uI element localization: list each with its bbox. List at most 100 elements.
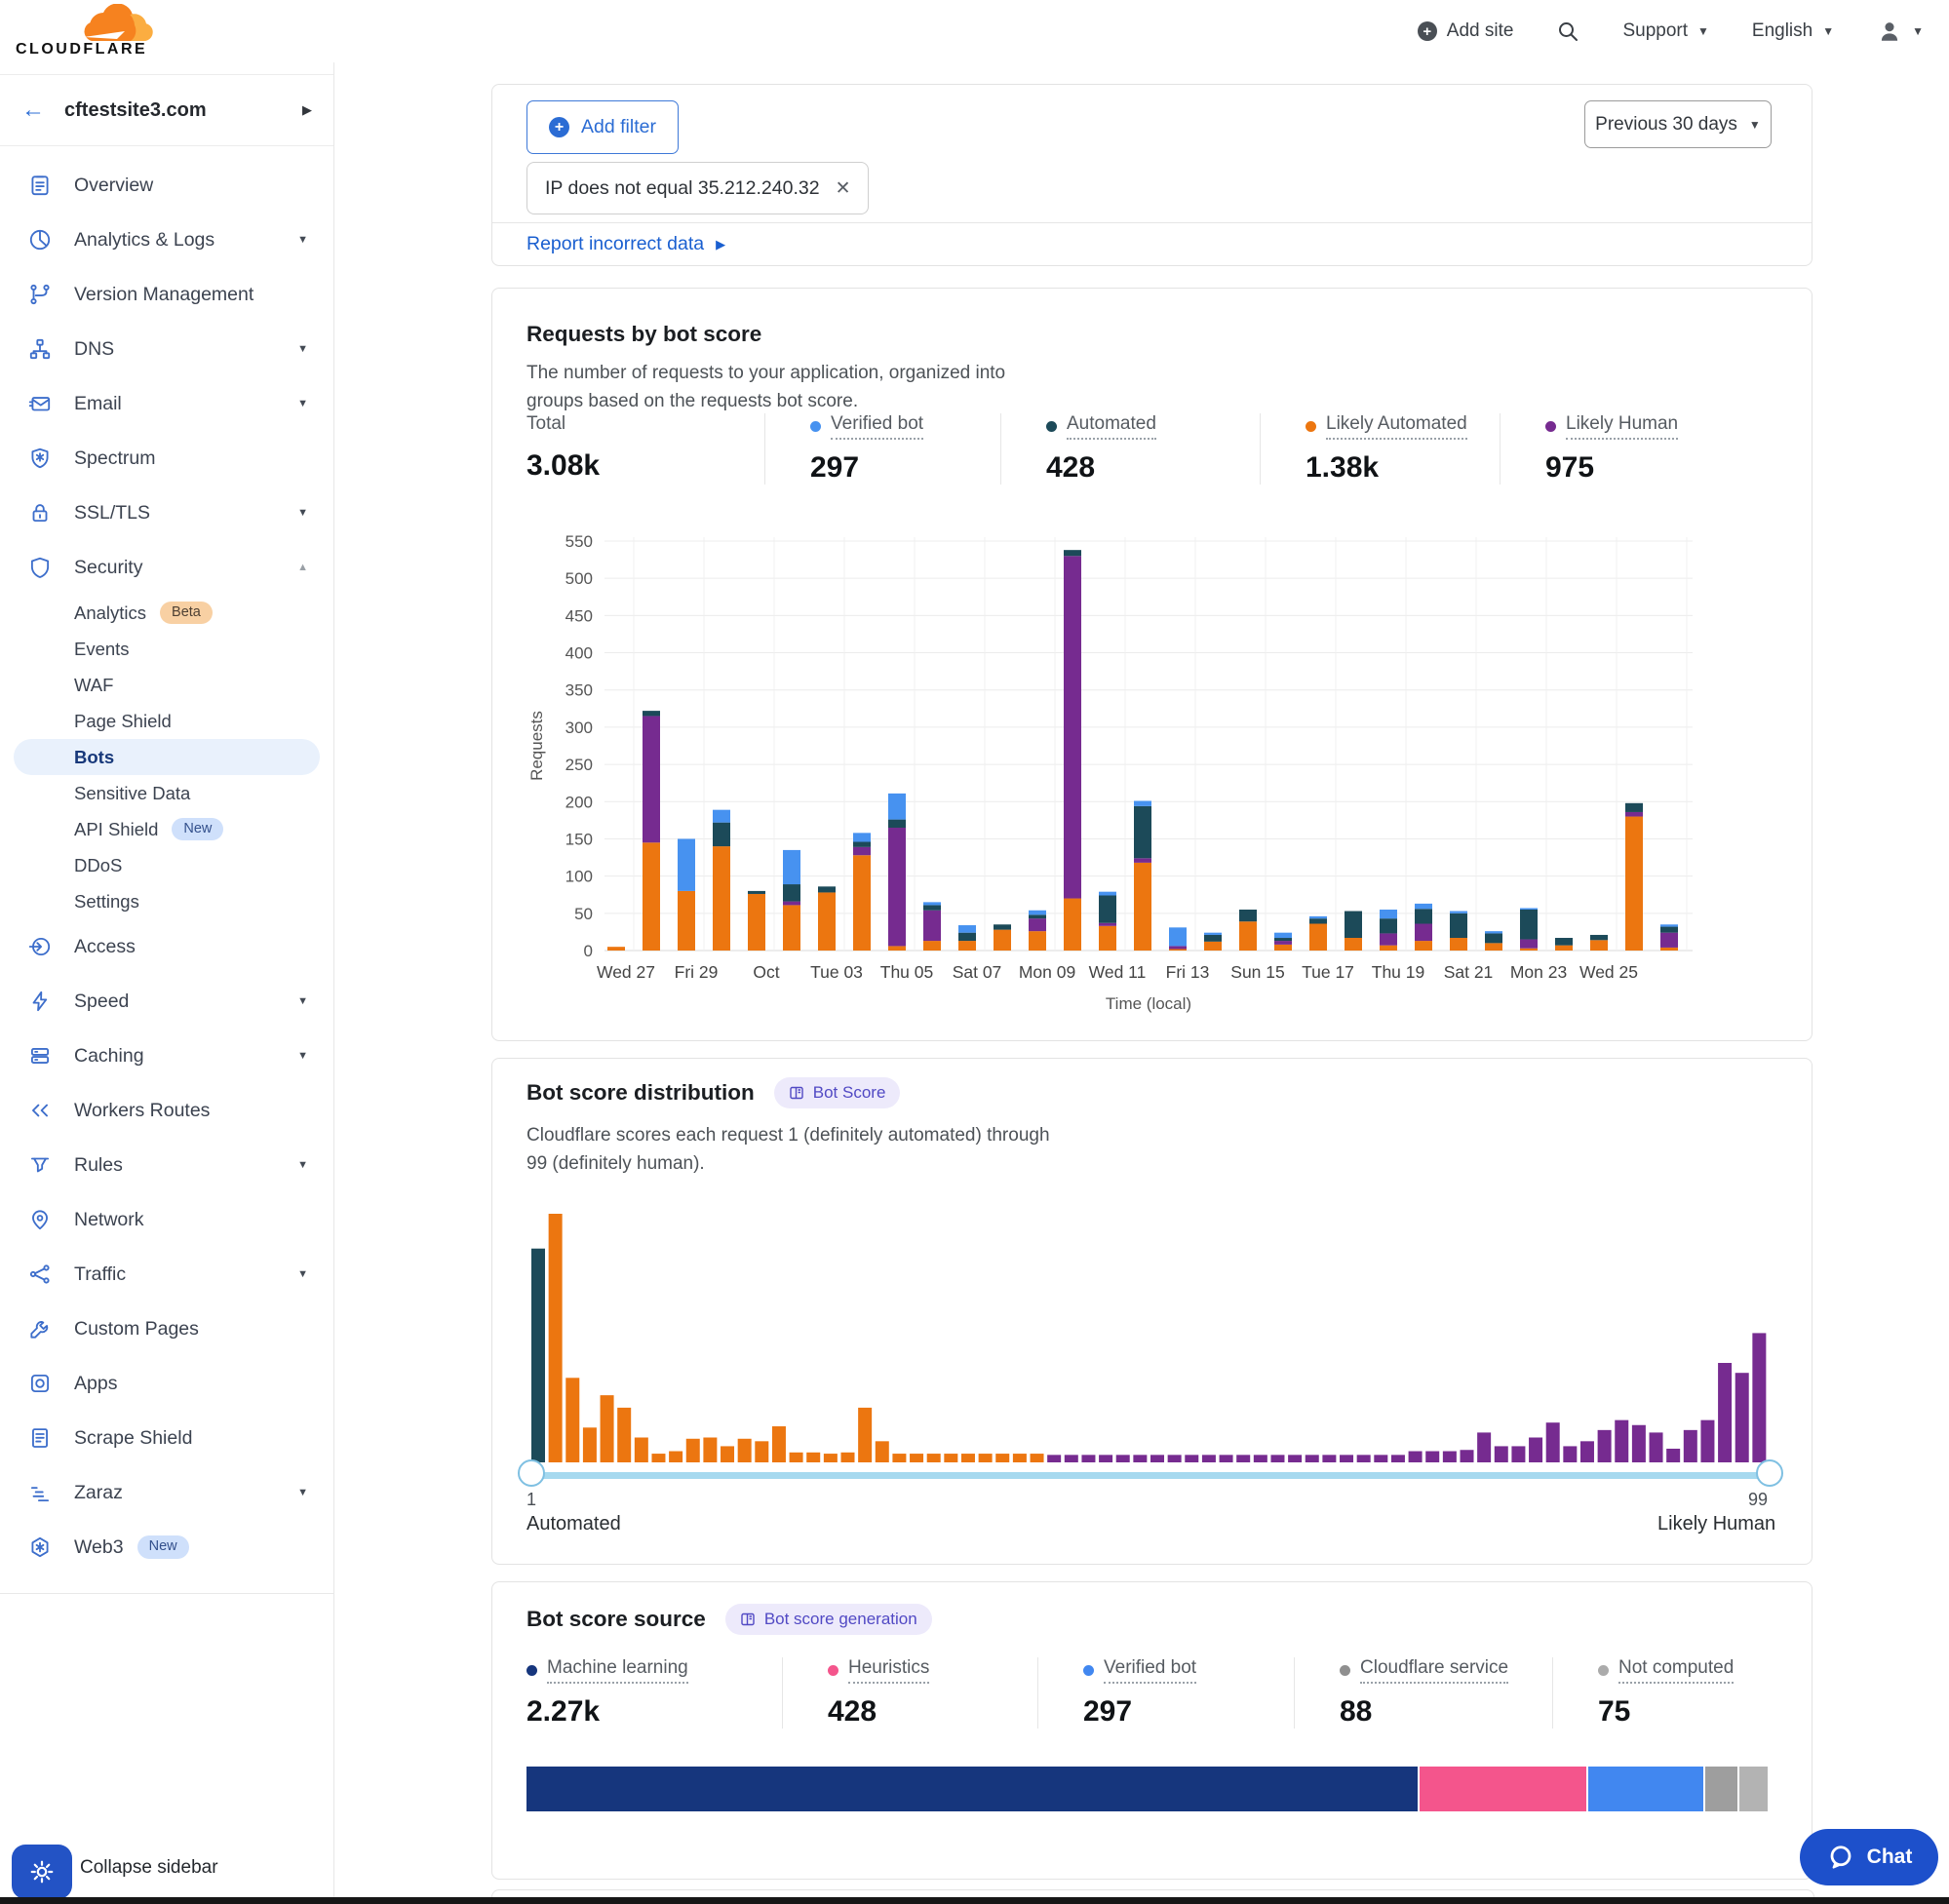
sidebar-item-label: Access [74, 936, 136, 958]
stat-label: Total [526, 413, 565, 438]
sidebar-item-settings[interactable]: Settings [0, 883, 333, 919]
preferences-button[interactable] [12, 1845, 72, 1899]
histogram-bar [1546, 1422, 1560, 1462]
sidebar-item-dns[interactable]: DNS▼ [0, 322, 333, 376]
histogram-bar [1220, 1455, 1233, 1462]
sidebar-item-caching[interactable]: Caching▼ [0, 1029, 333, 1083]
stat-label[interactable]: Verified bot [810, 413, 923, 440]
bar-segment-automated [1134, 806, 1151, 858]
stat-cloudflare-service: Cloudflare service88 [1294, 1657, 1552, 1729]
language-menu[interactable]: English▼ [1752, 20, 1834, 42]
support-menu[interactable]: Support▼ [1622, 20, 1708, 42]
sidebar-item-custom-pages[interactable]: Custom Pages [0, 1302, 333, 1356]
svg-text:Fri 13: Fri 13 [1166, 962, 1210, 982]
sidebar-item-network[interactable]: Network [0, 1192, 333, 1247]
report-incorrect-data-link[interactable]: Report incorrect data▶ [526, 233, 725, 255]
sidebar-item-analytics-logs[interactable]: Analytics & Logs▼ [0, 213, 333, 267]
sidebar-item-version-management[interactable]: Version Management [0, 267, 333, 322]
apps-icon [27, 1371, 53, 1396]
sidebar-item-access[interactable]: Access [0, 919, 333, 974]
bar-segment-likely-automated [1450, 938, 1467, 951]
histogram-bar [1288, 1455, 1302, 1462]
sidebar-item-security[interactable]: Security▲ [0, 540, 333, 595]
sidebar-item-speed[interactable]: Speed▼ [0, 974, 333, 1029]
stat-label[interactable]: Likely Automated [1306, 413, 1467, 440]
bot-score-generation-badge[interactable]: Bot score generation [725, 1604, 932, 1635]
sidebar-item-sensitive-data[interactable]: Sensitive Data [0, 775, 333, 811]
sidebar-item-ssl-tls[interactable]: SSL/TLS▼ [0, 486, 333, 540]
sidebar-item-email[interactable]: Email▼ [0, 376, 333, 431]
chevron-right-icon[interactable]: ▶ [302, 102, 312, 118]
bar-segment-verified-bot [1415, 904, 1432, 909]
histogram-bar [1150, 1455, 1164, 1462]
sidebar-item-scrape-shield[interactable]: Scrape Shield [0, 1411, 333, 1465]
sidebar-item-label: DNS [74, 338, 114, 361]
sidebar-item-web3[interactable]: Web3New [0, 1520, 333, 1574]
back-arrow-icon[interactable]: ← [21, 98, 45, 122]
bar-segment-likely-human [1169, 946, 1187, 949]
stat-label[interactable]: Likely Human [1545, 413, 1678, 440]
sidebar-item-label: Page Shield [74, 711, 172, 732]
sidebar-item-apps[interactable]: Apps [0, 1356, 333, 1411]
time-range-select[interactable]: Previous 30 days▼ [1584, 100, 1772, 148]
stat-label[interactable]: Automated [1046, 413, 1156, 440]
add-filter-button[interactable]: + Add filter [526, 100, 679, 154]
sidebar-item-label: Web3 [74, 1536, 124, 1559]
score-slider-track[interactable] [531, 1472, 1770, 1479]
collapse-sidebar-label[interactable]: Collapse sidebar [80, 1857, 218, 1879]
sidebar-nav: OverviewAnalytics & Logs▼Version Managem… [0, 158, 333, 1574]
chat-button[interactable]: Chat [1800, 1829, 1938, 1885]
histogram-bar [1700, 1420, 1714, 1462]
svg-text:Sat 07: Sat 07 [953, 962, 1002, 982]
sidebar-item-traffic[interactable]: Traffic▼ [0, 1247, 333, 1302]
stat-label[interactable]: Cloudflare service [1340, 1657, 1508, 1684]
book-icon [740, 1612, 756, 1627]
sidebar-item-workers-routes[interactable]: Workers Routes [0, 1083, 333, 1138]
sidebar-item-spectrum[interactable]: Spectrum [0, 431, 333, 486]
bar-segment-likely-automated [1064, 899, 1081, 951]
stat-machine-learning: Machine learning2.27k [526, 1657, 782, 1729]
stat-value: 975 [1545, 451, 1792, 485]
bar-segment-automated [1555, 938, 1573, 946]
bar-segment-automated [853, 842, 871, 847]
sidebar-item-rules[interactable]: Rules▼ [0, 1138, 333, 1192]
histogram-bar [1202, 1455, 1216, 1462]
svg-text:Oct: Oct [753, 962, 779, 982]
add-site-button[interactable]: + Add site [1418, 20, 1514, 42]
stat-label[interactable]: Not computed [1598, 1657, 1734, 1684]
bar-segment-likely-automated [1309, 924, 1327, 951]
sidebar-item-zaraz[interactable]: Zaraz▼ [0, 1465, 333, 1520]
close-icon[interactable]: ✕ [836, 177, 851, 200]
score-slider-handle-min[interactable] [518, 1459, 545, 1487]
sidebar-item-api-shield[interactable]: API ShieldNew [0, 811, 333, 847]
histogram-bar [1374, 1455, 1387, 1462]
sidebar-item-label: Apps [74, 1373, 117, 1395]
bar-segment-likely-automated [1380, 946, 1397, 951]
sidebar-item-page-shield[interactable]: Page Shield [0, 703, 333, 739]
stat-value: 1.38k [1306, 451, 1500, 485]
sidebar-item-events[interactable]: Events [0, 631, 333, 667]
bar-segment-likely-human [783, 902, 800, 906]
histogram-bar [1684, 1430, 1697, 1462]
bot-score-badge[interactable]: Bot Score [774, 1077, 901, 1108]
score-slider-handle-max[interactable] [1756, 1459, 1783, 1487]
filter-chip[interactable]: IP does not equal 35.212.240.32 ✕ [526, 162, 869, 214]
account-menu[interactable]: ▼ [1877, 19, 1924, 44]
bar-segment-likely-automated [818, 892, 836, 951]
sidebar-item-label: Events [74, 639, 130, 660]
stat-label[interactable]: Verified bot [1083, 1657, 1196, 1684]
site-switcher[interactable]: ← cftestsite3.com ▶ [0, 74, 333, 146]
sidebar-item-bots[interactable]: Bots [14, 739, 320, 775]
stat-label[interactable]: Machine learning [526, 1657, 688, 1684]
search-button[interactable] [1556, 19, 1579, 43]
sidebar-divider [0, 1593, 333, 1594]
sidebar-item-overview[interactable]: Overview [0, 158, 333, 213]
sidebar-item-waf[interactable]: WAF [0, 667, 333, 703]
histogram-bar [1254, 1455, 1267, 1462]
histogram-bar [927, 1454, 941, 1462]
histogram-bar [1563, 1446, 1577, 1462]
sidebar-item-ddos[interactable]: DDoS [0, 847, 333, 883]
stat-label[interactable]: Heuristics [828, 1657, 929, 1684]
sidebar-item-analytics[interactable]: AnalyticsBeta [0, 595, 333, 631]
histogram-bar [841, 1453, 855, 1462]
